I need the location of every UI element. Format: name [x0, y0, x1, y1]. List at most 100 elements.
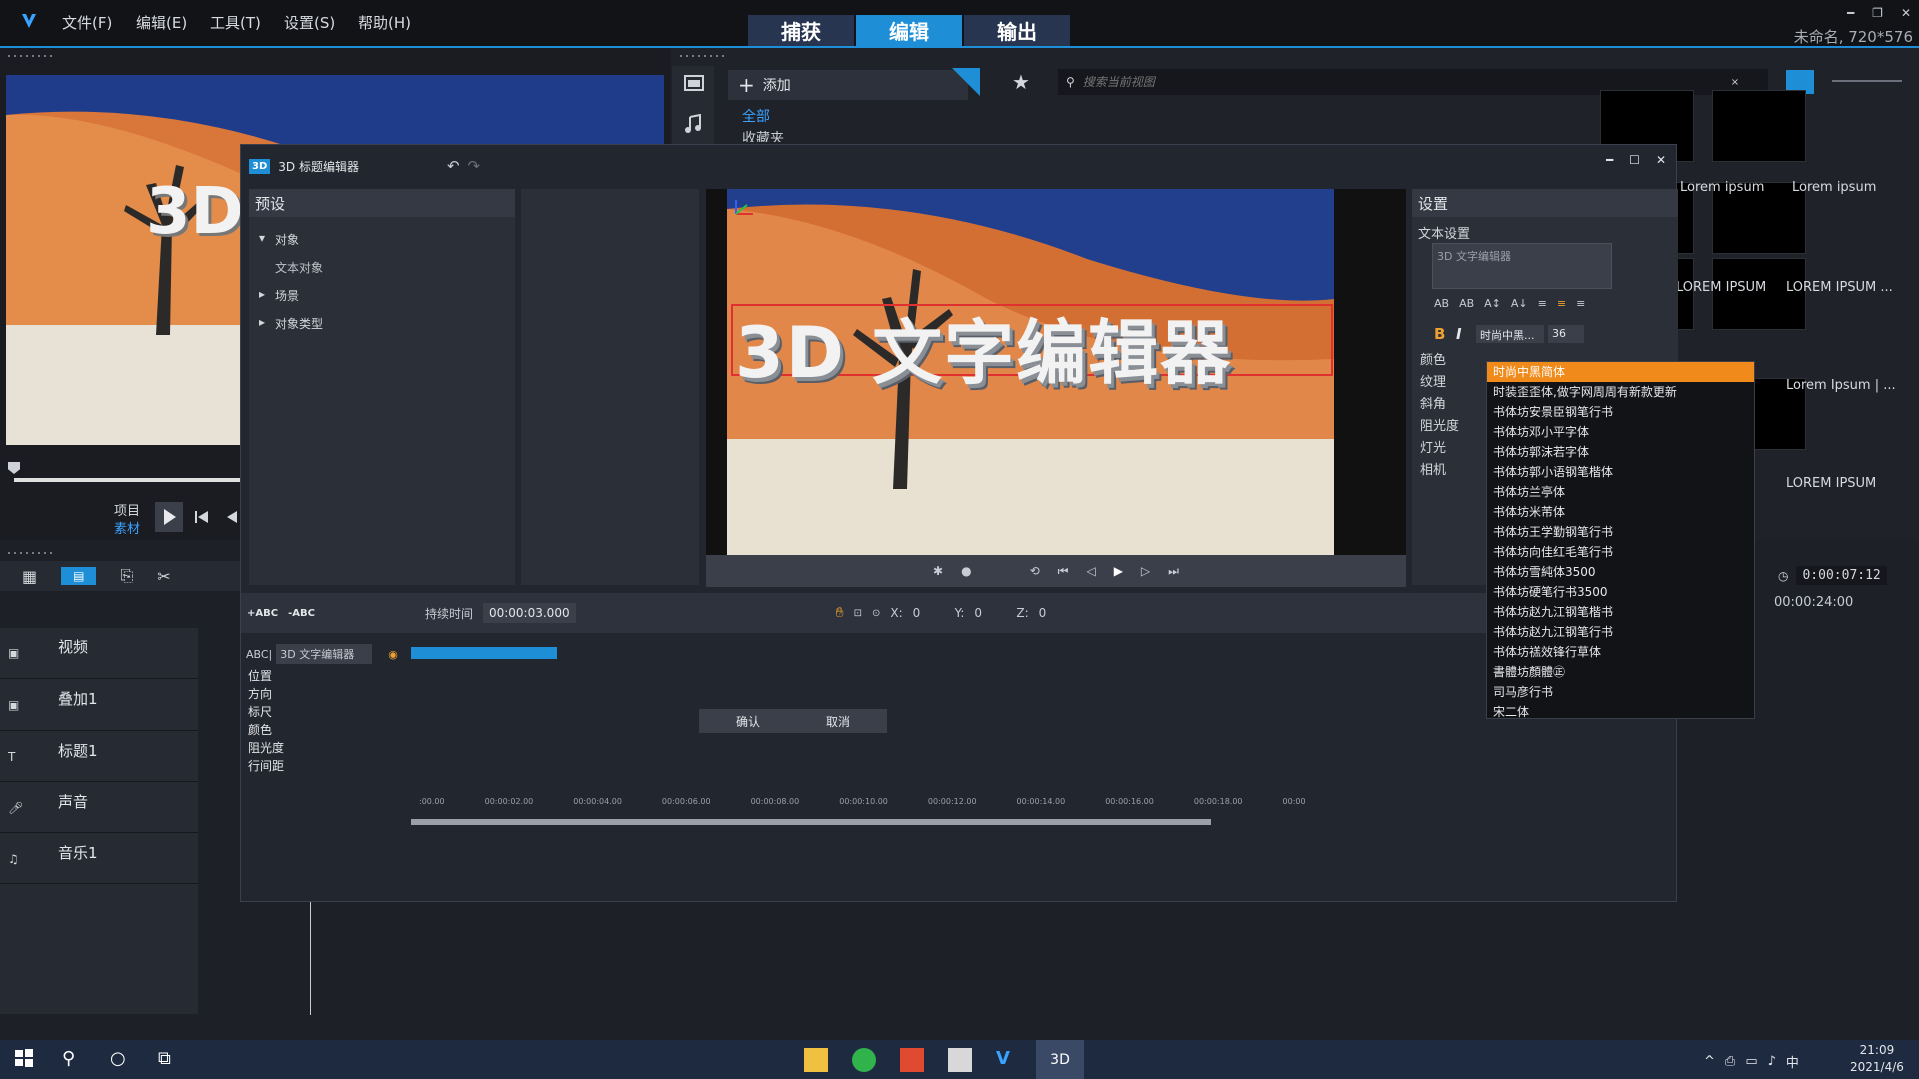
- category-favorites[interactable]: 收藏夹: [742, 128, 784, 142]
- paint-icon[interactable]: [948, 1048, 972, 1072]
- scrub-bar[interactable]: [14, 478, 240, 482]
- sphere-icon[interactable]: ●: [961, 564, 971, 578]
- font-option[interactable]: 书体坊兰亭体: [1487, 482, 1754, 502]
- font-option[interactable]: 书体坊赵九江钢笔行书: [1487, 622, 1754, 642]
- network-icon[interactable]: ▭: [1745, 1054, 1757, 1069]
- next-frame-icon[interactable]: ▷: [1141, 564, 1150, 578]
- font-option[interactable]: 时装歪歪体,做字网周周有新款更新: [1487, 382, 1754, 402]
- menu-file[interactable]: 文件(F): [62, 12, 112, 33]
- text-settings-label[interactable]: 文本设置: [1418, 223, 1470, 242]
- tree-objects[interactable]: 对象: [275, 231, 299, 248]
- section-texture[interactable]: 纹理: [1420, 371, 1446, 390]
- duration-clip-bar[interactable]: [411, 647, 557, 659]
- ok-button[interactable]: 确认: [699, 709, 797, 733]
- text-input-box[interactable]: 3D 文字编辑器: [1432, 243, 1612, 289]
- tree-collapsed-icon[interactable]: ▸: [259, 287, 265, 301]
- file-explorer-icon[interactable]: [804, 1048, 828, 1072]
- italic-button[interactable]: I: [1456, 325, 1462, 343]
- vertical-text-icon[interactable]: A↕: [1484, 297, 1501, 310]
- font-option[interactable]: 书体坊禚效锋行草体: [1487, 642, 1754, 662]
- prev-frame-icon[interactable]: [226, 510, 238, 524]
- track-voice[interactable]: 🎤︎ 声音: [0, 783, 198, 833]
- ime-indicator[interactable]: 中: [1786, 1052, 1799, 1071]
- category-all[interactable]: 全部: [742, 106, 770, 126]
- kf-scrollbar[interactable]: [411, 819, 1211, 825]
- kf-row-line-spacing[interactable]: 行间距: [246, 757, 436, 777]
- visibility-eye-icon[interactable]: ◉: [388, 648, 398, 661]
- clear-search-icon[interactable]: ×: [1731, 77, 1739, 88]
- scrub-handle-icon[interactable]: [8, 462, 20, 474]
- font-option[interactable]: 书体坊安景臣钢笔行书: [1487, 402, 1754, 422]
- scene-view[interactable]: 3D 文字编辑器: [727, 189, 1334, 555]
- add-folder-button[interactable]: + 添加: [728, 70, 968, 100]
- pan-hand-icon[interactable]: ✋︎: [836, 605, 844, 621]
- clock[interactable]: 21:09 2021/4/6: [1850, 1042, 1904, 1076]
- font-select[interactable]: 时尚中黑...: [1476, 325, 1544, 343]
- kf-row-position[interactable]: 位置: [246, 667, 436, 687]
- align-left-icon[interactable]: ≡: [1538, 297, 1547, 310]
- edit-canvas[interactable]: 3D 文字编辑器: [706, 189, 1406, 587]
- wps-icon[interactable]: [900, 1048, 924, 1072]
- minimize-icon[interactable]: ━: [1606, 153, 1613, 167]
- kf-row-direction[interactable]: 方向: [246, 685, 436, 705]
- section-bevel[interactable]: 斜角: [1420, 393, 1446, 412]
- tree-object-type[interactable]: 对象类型: [275, 315, 323, 332]
- x-input[interactable]: 0: [913, 606, 945, 620]
- font-option[interactable]: 书体坊向佳红毛笔行书: [1487, 542, 1754, 562]
- uppercase-icon[interactable]: AB: [1434, 297, 1449, 310]
- minimize-icon[interactable]: ━: [1847, 6, 1854, 20]
- storyboard-view-icon[interactable]: ▦: [22, 567, 37, 586]
- light-icon[interactable]: ✱: [933, 564, 943, 578]
- lowercase-icon[interactable]: AB: [1459, 297, 1474, 310]
- windows-start-icon[interactable]: [14, 1048, 38, 1072]
- font-option[interactable]: 书体坊赵九江钢笔楷书: [1487, 602, 1754, 622]
- track-title[interactable]: T 标题1: [0, 732, 198, 782]
- search-icon[interactable]: ⚲: [62, 1048, 86, 1072]
- task-view-icon[interactable]: ⧉: [158, 1048, 182, 1072]
- project-mode-label[interactable]: 项目: [114, 500, 140, 519]
- font-size-select[interactable]: 36: [1548, 325, 1584, 343]
- active-app-3d[interactable]: 3D: [1036, 1040, 1084, 1079]
- play-icon[interactable]: ▶: [1114, 564, 1123, 578]
- undo-icon[interactable]: ↶: [447, 157, 460, 175]
- play-button[interactable]: [155, 502, 183, 532]
- go-start-icon[interactable]: ⏮: [1058, 564, 1069, 579]
- section-opacity[interactable]: 阻光度: [1420, 415, 1459, 434]
- cancel-button[interactable]: 取消: [789, 709, 887, 733]
- font-option[interactable]: 书体坊邓小平字体: [1487, 422, 1754, 442]
- kf-row-color[interactable]: 颜色: [246, 721, 436, 741]
- timeline-view-icon[interactable]: ▤: [61, 567, 97, 585]
- align-right-icon[interactable]: ≡: [1576, 297, 1585, 310]
- close-icon[interactable]: ✕: [1901, 6, 1911, 20]
- object-select[interactable]: 3D 文字编辑器: [276, 644, 373, 664]
- copy-icon[interactable]: ⎘: [120, 566, 133, 586]
- y-input[interactable]: 0: [974, 606, 1006, 620]
- restore-icon[interactable]: ❐: [1872, 6, 1883, 20]
- section-camera[interactable]: 相机: [1420, 459, 1446, 478]
- font-option[interactable]: 司马彦行书: [1487, 682, 1754, 702]
- track-music[interactable]: ♫ 音乐1: [0, 834, 198, 884]
- z-input[interactable]: 0: [1039, 606, 1071, 620]
- menu-tools[interactable]: 工具(T): [210, 12, 261, 33]
- timecode[interactable]: 0:00:07:12: [1796, 566, 1887, 585]
- title-3d-text[interactable]: 3D 文字编辑器: [735, 297, 1232, 398]
- prev-frame-icon[interactable]: ◁: [1086, 564, 1095, 578]
- drag-grip-icon[interactable]: [6, 54, 52, 58]
- printer-icon[interactable]: ⎙: [1725, 1054, 1735, 1069]
- search-input[interactable]: [1082, 75, 1723, 89]
- font-option[interactable]: 书体坊王学勤钢笔行书: [1487, 522, 1754, 542]
- align-center-icon[interactable]: ≡: [1557, 297, 1566, 310]
- star-add-icon[interactable]: ★: [1012, 70, 1030, 94]
- menu-settings[interactable]: 设置(S): [284, 12, 335, 33]
- media-icon[interactable]: [683, 74, 705, 94]
- clip-mode-label[interactable]: 素材: [114, 518, 140, 537]
- kf-row-opacity[interactable]: 阻光度: [246, 739, 436, 759]
- close-icon[interactable]: ✕: [1656, 153, 1666, 167]
- video-studio-icon[interactable]: V: [996, 1048, 1020, 1072]
- font-option[interactable]: 书体坊硬笔行书3500: [1487, 582, 1754, 602]
- menu-help[interactable]: 帮助(H): [358, 12, 411, 33]
- volume-icon[interactable]: ♪: [1768, 1054, 1776, 1069]
- playhead-line[interactable]: [310, 900, 311, 1015]
- font-option[interactable]: 书体坊郭小语钢笔楷体: [1487, 462, 1754, 482]
- track-video[interactable]: ▣ 视频: [0, 628, 198, 679]
